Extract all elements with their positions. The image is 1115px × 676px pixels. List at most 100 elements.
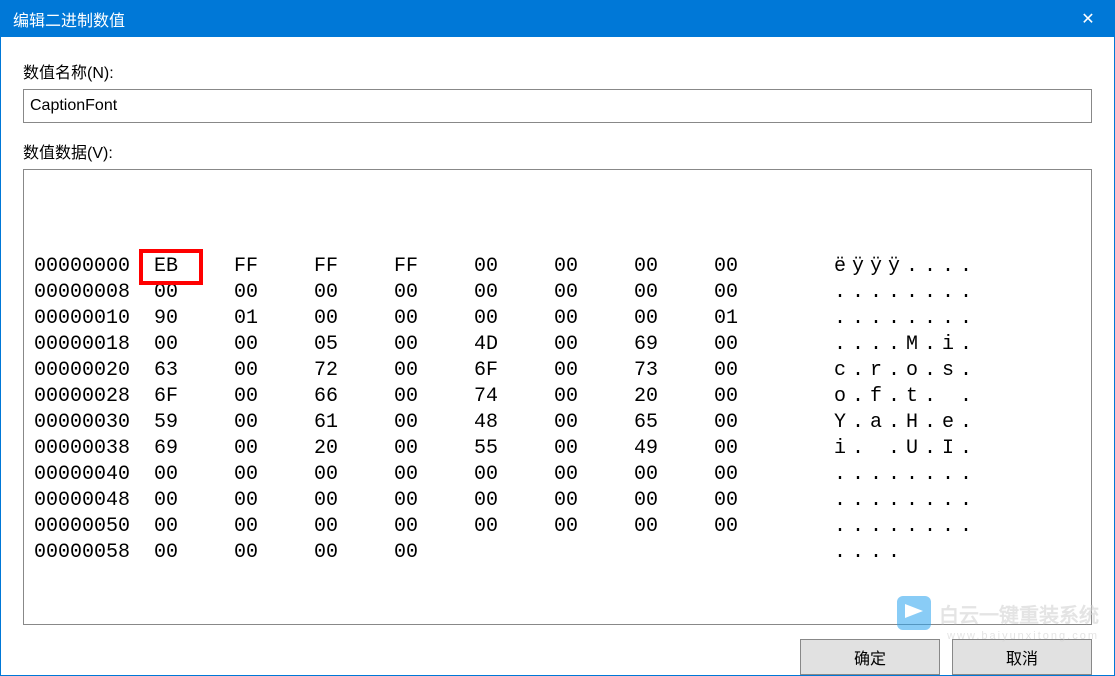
cancel-button[interactable]: 取消 <box>952 639 1092 675</box>
hex-byte[interactable]: 00 <box>234 384 314 410</box>
hex-byte[interactable]: 00 <box>314 540 394 566</box>
hex-byte[interactable]: 00 <box>234 462 314 488</box>
hex-byte[interactable]: 00 <box>714 332 794 358</box>
hex-byte[interactable] <box>554 540 634 566</box>
hex-byte[interactable]: 00 <box>234 410 314 436</box>
hex-byte[interactable]: 00 <box>394 540 474 566</box>
hex-byte[interactable]: 00 <box>714 358 794 384</box>
hex-byte[interactable]: 00 <box>554 254 634 280</box>
hex-byte[interactable]: 00 <box>394 306 474 332</box>
hex-byte[interactable]: 00 <box>394 436 474 462</box>
hex-row[interactable]: 0000005800000000.... <box>34 540 1081 566</box>
hex-byte[interactable]: 00 <box>554 332 634 358</box>
hex-byte[interactable]: 61 <box>314 410 394 436</box>
hex-byte[interactable]: 49 <box>634 436 714 462</box>
hex-byte[interactable]: 00 <box>714 462 794 488</box>
hex-byte[interactable]: 00 <box>634 280 714 306</box>
hex-row[interactable]: 00000020630072006F007300c.r.o.s. <box>34 358 1081 384</box>
hex-byte[interactable] <box>474 540 554 566</box>
hex-byte[interactable]: FF <box>394 254 474 280</box>
hex-byte[interactable]: 00 <box>314 514 394 540</box>
close-button[interactable]: ✕ <box>1062 1 1114 37</box>
hex-byte[interactable] <box>634 540 714 566</box>
hex-row[interactable]: 000000286F00660074002000o.f.t. . <box>34 384 1081 410</box>
hex-byte[interactable]: 00 <box>554 410 634 436</box>
hex-byte[interactable]: 00 <box>154 540 234 566</box>
hex-byte[interactable]: 90 <box>154 306 234 332</box>
hex-row[interactable]: 000000480000000000000000........ <box>34 488 1081 514</box>
hex-row[interactable]: 00000018000005004D006900....M.i. <box>34 332 1081 358</box>
hex-byte[interactable]: FF <box>234 254 314 280</box>
hex-byte[interactable]: 00 <box>714 488 794 514</box>
hex-byte[interactable]: 00 <box>234 332 314 358</box>
hex-byte[interactable]: 00 <box>554 358 634 384</box>
hex-byte[interactable]: 00 <box>714 384 794 410</box>
hex-byte[interactable]: 00 <box>474 462 554 488</box>
hex-byte[interactable]: 00 <box>394 280 474 306</box>
hex-byte[interactable]: 01 <box>714 306 794 332</box>
hex-byte[interactable]: 00 <box>154 332 234 358</box>
hex-byte[interactable]: 00 <box>154 488 234 514</box>
hex-byte[interactable]: 00 <box>394 384 474 410</box>
hex-byte[interactable]: 00 <box>234 488 314 514</box>
title-bar[interactable]: 编辑二进制数值 ✕ <box>1 1 1114 37</box>
hex-byte[interactable]: 01 <box>234 306 314 332</box>
hex-byte[interactable]: 00 <box>474 280 554 306</box>
hex-byte[interactable]: 00 <box>714 410 794 436</box>
hex-byte[interactable]: FF <box>314 254 394 280</box>
hex-byte[interactable]: 00 <box>234 514 314 540</box>
hex-byte[interactable]: 20 <box>314 436 394 462</box>
hex-byte[interactable]: 00 <box>394 358 474 384</box>
hex-byte[interactable]: 69 <box>154 436 234 462</box>
hex-byte[interactable]: 48 <box>474 410 554 436</box>
hex-byte[interactable]: 00 <box>554 488 634 514</box>
hex-byte[interactable]: 4D <box>474 332 554 358</box>
hex-byte[interactable]: 65 <box>634 410 714 436</box>
hex-row[interactable]: 000000109001000000000001........ <box>34 306 1081 332</box>
hex-byte[interactable]: 66 <box>314 384 394 410</box>
hex-byte[interactable]: 00 <box>634 306 714 332</box>
hex-byte[interactable]: 63 <box>154 358 234 384</box>
hex-byte[interactable]: 00 <box>154 462 234 488</box>
value-name-input[interactable] <box>23 89 1092 123</box>
hex-byte[interactable]: 00 <box>314 306 394 332</box>
hex-byte[interactable]: 00 <box>554 514 634 540</box>
hex-byte[interactable]: 00 <box>634 488 714 514</box>
hex-byte[interactable]: 00 <box>714 436 794 462</box>
hex-byte[interactable]: 69 <box>634 332 714 358</box>
hex-byte[interactable]: 59 <box>154 410 234 436</box>
hex-byte[interactable]: 00 <box>154 514 234 540</box>
hex-byte[interactable]: 00 <box>554 280 634 306</box>
hex-editor-area[interactable]: 00000000EBFFFFFF00000000ëÿÿÿ....00000008… <box>23 169 1092 625</box>
hex-row[interactable]: 000000400000000000000000........ <box>34 462 1081 488</box>
hex-byte[interactable]: 00 <box>474 254 554 280</box>
hex-byte[interactable]: 00 <box>714 514 794 540</box>
hex-byte[interactable]: 00 <box>394 462 474 488</box>
hex-byte[interactable]: 6F <box>474 358 554 384</box>
hex-byte[interactable]: 00 <box>234 358 314 384</box>
hex-byte[interactable]: 00 <box>234 436 314 462</box>
hex-byte[interactable]: 00 <box>394 488 474 514</box>
hex-byte[interactable]: 00 <box>554 436 634 462</box>
hex-byte[interactable]: 00 <box>554 384 634 410</box>
hex-byte[interactable]: 00 <box>634 514 714 540</box>
hex-byte[interactable]: 00 <box>314 280 394 306</box>
hex-byte[interactable]: 6F <box>154 384 234 410</box>
hex-byte[interactable]: 00 <box>394 410 474 436</box>
hex-byte[interactable]: 00 <box>554 306 634 332</box>
hex-byte[interactable]: 00 <box>314 462 394 488</box>
hex-byte[interactable] <box>714 540 794 566</box>
hex-row[interactable]: 000000386900200055004900i. .U.I. <box>34 436 1081 462</box>
hex-byte[interactable]: 00 <box>234 540 314 566</box>
hex-byte[interactable]: 00 <box>394 332 474 358</box>
hex-byte[interactable]: 00 <box>474 488 554 514</box>
hex-byte[interactable]: 00 <box>474 514 554 540</box>
hex-byte[interactable]: 00 <box>634 254 714 280</box>
hex-byte[interactable]: 73 <box>634 358 714 384</box>
hex-byte[interactable]: 72 <box>314 358 394 384</box>
hex-byte[interactable]: 05 <box>314 332 394 358</box>
hex-byte[interactable]: 00 <box>714 280 794 306</box>
hex-byte[interactable]: 00 <box>714 254 794 280</box>
ok-button[interactable]: 确定 <box>800 639 940 675</box>
hex-byte[interactable]: 55 <box>474 436 554 462</box>
